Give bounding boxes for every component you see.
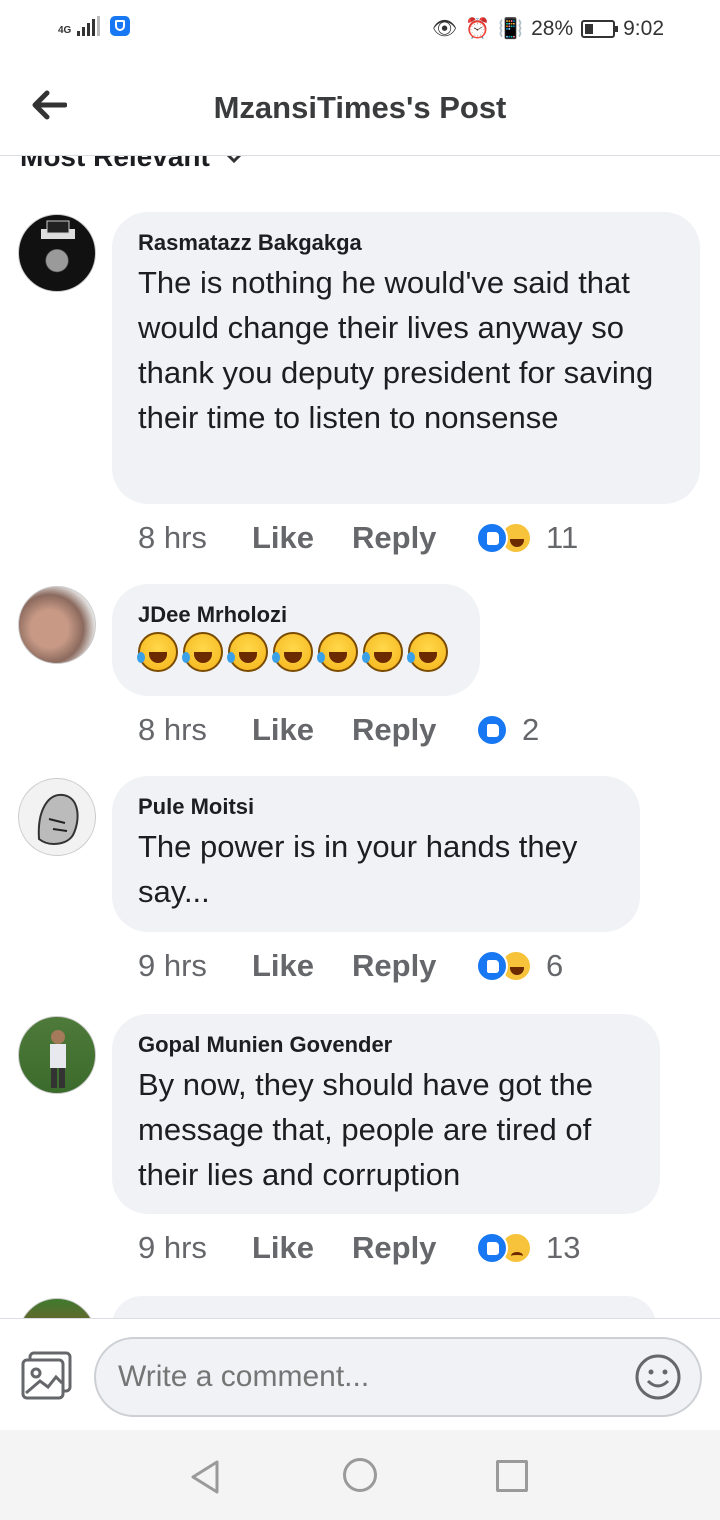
reply-button[interactable]: Reply [352, 712, 476, 748]
reply-button[interactable]: Reply [352, 1230, 476, 1266]
laughing-tears-emoji [227, 632, 268, 672]
laughing-tears-emoji [362, 632, 403, 672]
battery-icon [581, 20, 619, 38]
comment-time[interactable]: 9 hrs [138, 1230, 252, 1266]
avatar[interactable] [18, 214, 96, 292]
system-nav-bar [0, 1430, 720, 1520]
reactions-summary[interactable]: 13 [476, 1230, 580, 1266]
security-shield-icon [110, 16, 131, 36]
nav-home-icon[interactable] [343, 1458, 377, 1492]
reaction-count: 6 [546, 948, 564, 983]
comment-composer [0, 1318, 720, 1430]
comment-bubble[interactable]: JDee Mrholozi [112, 584, 480, 696]
comment-bubble[interactable]: Rasmatazz Bakgakga The is nothing he wou… [112, 212, 700, 504]
reaction-count: 13 [546, 1230, 581, 1265]
vibrate-icon: 📳 [498, 18, 524, 40]
nav-recents-icon[interactable] [496, 1460, 528, 1492]
comment-time[interactable]: 8 hrs [138, 520, 252, 556]
reply-button[interactable]: Reply [352, 948, 476, 984]
comment-time[interactable]: 9 hrs [138, 948, 252, 984]
comment-bubble[interactable]: Pule Moitsi The power is in your hands t… [112, 776, 640, 932]
comment-author[interactable]: Pule Moitsi [138, 794, 614, 820]
like-button[interactable]: Like [252, 948, 352, 984]
comment-input[interactable] [94, 1337, 702, 1417]
comment-author[interactable]: JDee Mrholozi [138, 602, 454, 628]
laughing-tears-emoji [317, 632, 358, 672]
like-icon [476, 522, 508, 554]
comment-emoji-row [137, 632, 454, 672]
like-icon [476, 1232, 508, 1264]
comment-text: The power is in your hands they say... [138, 829, 578, 909]
laughing-tears-emoji [272, 632, 313, 672]
like-button[interactable]: Like [252, 520, 352, 556]
reactions-summary[interactable]: 11 [476, 520, 578, 556]
reactions-summary[interactable]: 2 [476, 712, 539, 748]
photo-icon[interactable] [20, 1351, 74, 1401]
like-icon [476, 950, 508, 982]
page-title: MzansiTimes's Post [213, 90, 507, 125]
avatar[interactable] [18, 586, 96, 664]
avatar[interactable] [18, 778, 96, 856]
reply-button[interactable]: Reply [352, 520, 476, 556]
nav-back-icon[interactable] [189, 1459, 221, 1500]
laughing-tears-emoji [407, 632, 448, 672]
battery-percent: 28% [531, 17, 574, 40]
like-button[interactable]: Like [252, 712, 352, 748]
emoji-icon[interactable] [634, 1353, 682, 1401]
comment-text: The is nothing he would've said that wou… [138, 265, 654, 435]
reaction-count: 2 [522, 712, 540, 747]
network-type: 4G [58, 25, 72, 36]
comment-bubble[interactable]: Gopal Munien Govender By now, they shoul… [112, 1014, 660, 1214]
comment-author[interactable]: Gopal Munien Govender [138, 1032, 634, 1058]
comment-time[interactable]: 8 hrs [138, 712, 252, 748]
avatar[interactable] [18, 1016, 96, 1094]
alarm-icon: ⏰ [465, 18, 491, 40]
post-header: MzansiTimes's Post [0, 62, 720, 156]
comment-actions: 9 hrs Like Reply 13 [138, 1230, 580, 1266]
reaction-count: 11 [546, 520, 579, 555]
laughing-tears-emoji [137, 632, 178, 672]
like-button[interactable]: Like [252, 1230, 352, 1266]
laughing-tears-emoji [182, 632, 223, 672]
comment-actions: 8 hrs Like Reply 11 [138, 520, 578, 556]
status-bar: 4G 👁 ⏰ 📳 28% 9:02 [0, 0, 720, 62]
reactions-summary[interactable]: 6 [476, 948, 563, 984]
signal-icon [77, 16, 101, 36]
eye-icon: 👁 [431, 18, 458, 40]
clock: 9:02 [623, 17, 664, 40]
comment-author[interactable]: Rasmatazz Bakgakga [138, 230, 674, 256]
comment-text: By now, they should have got the message… [138, 1067, 593, 1192]
comment-actions: 9 hrs Like Reply 6 [138, 948, 563, 984]
comment-actions: 8 hrs Like Reply 2 [138, 712, 539, 748]
like-icon [476, 714, 508, 746]
